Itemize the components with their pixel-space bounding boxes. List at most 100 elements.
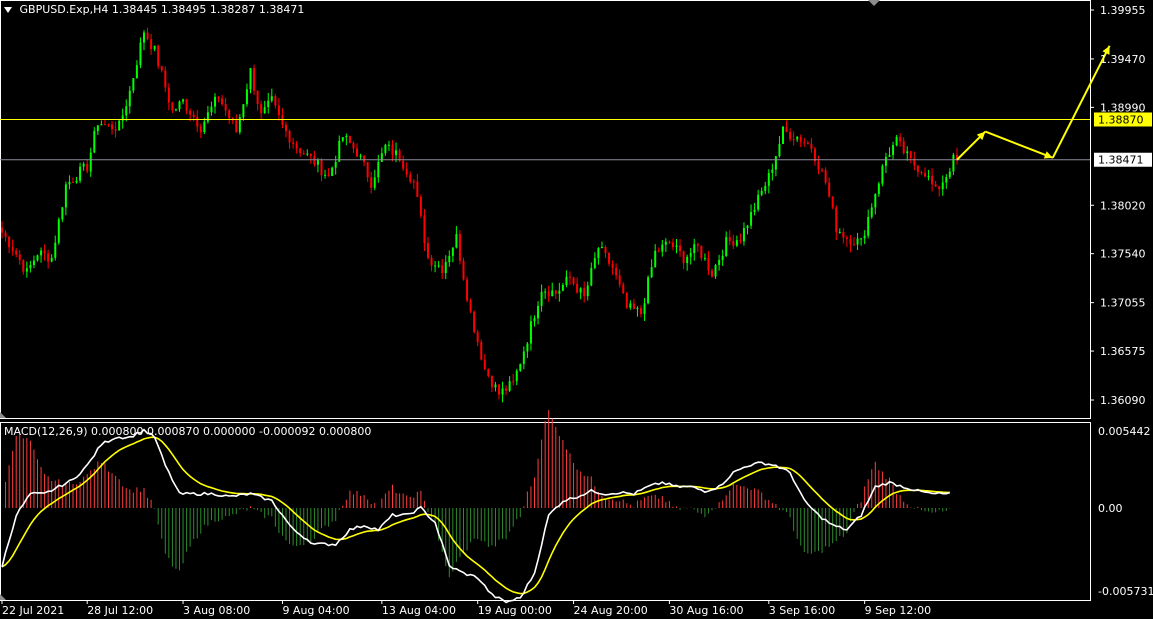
candle-body [285,124,287,131]
time-tick-label: 3 Sep 16:00 [769,604,835,617]
candle-body [15,250,18,255]
candle-body [888,155,891,157]
candle-body [221,98,224,105]
candle-body [363,155,366,163]
candle-body [750,211,753,226]
candle-body [661,244,664,252]
candle-body [277,105,280,116]
candle-body [569,276,571,278]
candle-body [416,181,419,197]
candle-body [714,264,717,277]
candle-body [916,165,919,172]
candle-body [593,258,596,268]
candle-body [498,384,500,395]
candle-body [533,318,536,322]
time-tick-label: 9 Aug 04:00 [282,604,349,617]
candle-body [657,250,660,252]
candle-body [157,45,160,67]
candle-body [632,303,635,310]
candle-body [842,231,845,238]
candle-body [760,190,763,195]
candle-body [586,285,589,297]
candle-body [458,234,461,261]
candle-body [892,145,895,156]
candle-body [182,99,185,102]
candle-body [739,240,742,242]
candle-body [295,143,298,149]
candle-body [707,258,710,271]
price-chart[interactable]: 1.39955 1.39470 1.38990 1.38020 1.37540 1.370… [0,0,1153,619]
candle-body [895,136,898,146]
candle-body [377,161,380,178]
candle-body [135,65,138,79]
candle-body [214,96,216,107]
candle-body [331,167,334,176]
candle-body [600,247,603,249]
candle-body [512,381,515,383]
candle-body [448,255,451,262]
candle-body [934,184,937,187]
candle-body [32,260,35,266]
candle-body [391,144,394,156]
price-tick-label: 1.38020 [1100,199,1146,212]
candle-body [490,376,493,388]
candle-body [526,343,529,352]
macd-tick-label: 0.005442 [1098,425,1151,438]
candle-body [696,244,699,246]
candle-body [451,247,454,256]
candle-body [931,175,934,185]
candle-body [806,142,809,145]
candle-body [235,120,238,133]
candle-body [881,165,884,184]
macd-tick-label: -0.005731 [1098,585,1153,598]
candle-body [686,256,689,264]
candle-body [927,175,930,177]
candle-body [466,279,469,301]
corner-marker-icon [0,594,6,600]
candle-body [767,173,770,186]
candle-body [679,245,682,252]
candle-body [86,163,89,172]
candle-body [924,172,926,177]
candle-body [945,177,948,183]
candle-body [11,247,14,251]
candle-body [845,237,848,239]
candle-body [89,152,92,172]
candle-body [647,277,650,304]
candle-body [274,96,277,106]
candle-body [125,106,128,116]
candle-body [604,247,607,254]
candle-body [884,156,887,166]
candle-body [348,135,351,144]
candle-body [419,196,422,216]
candle-body [68,181,71,185]
price-tick-label: 1.36090 [1100,394,1146,407]
candle-body [25,268,28,272]
chart-shift-marker-icon[interactable] [868,0,880,6]
candle-body [835,207,838,233]
candle-body [8,236,11,248]
candle-body [437,265,440,267]
candle-body [380,153,383,162]
candle-body [728,237,731,242]
candle-body [558,290,561,294]
candle-body [167,87,170,103]
candle-body [75,180,78,183]
candle-body [4,232,7,237]
candle-body [782,126,784,144]
candle-body [50,257,53,262]
candle-body [689,253,692,257]
candle-body [199,126,202,133]
candle-body [36,255,39,261]
candle-body [505,388,508,391]
candle-body [853,244,855,246]
candle-body [64,184,67,208]
candle-body [242,104,245,118]
candle-body [529,321,532,344]
candle-body [245,89,248,105]
candle-body [746,225,749,229]
candle-body [338,140,341,162]
candle-body [146,32,149,40]
candle-body [228,110,231,119]
candle-body [643,303,646,314]
